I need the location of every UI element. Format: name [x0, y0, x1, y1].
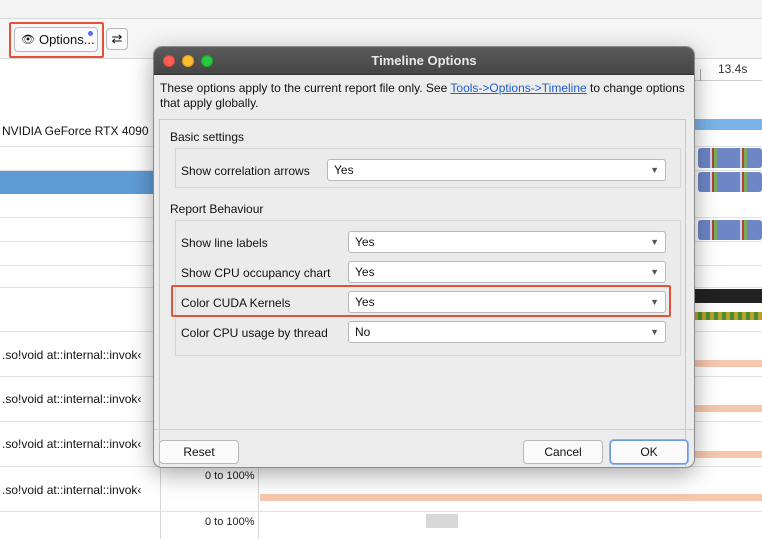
call-range-bar[interactable]	[260, 494, 762, 501]
top-strip	[0, 0, 762, 19]
footer-divider	[154, 429, 694, 430]
global-options-link[interactable]: Tools->Options->Timeline	[450, 81, 586, 95]
show-cpu-occupancy-label: Show CPU occupancy chart	[181, 266, 331, 280]
cuda-kernels-highlight	[171, 285, 671, 317]
kernel-block[interactable]	[698, 148, 762, 168]
thread-activity-bar[interactable]	[694, 312, 762, 320]
show-correlation-arrows-select[interactable]: Yes ▼	[327, 159, 666, 181]
timeline-row[interactable]: .so!void at::internal::invok‹	[0, 467, 762, 512]
call-range-bar[interactable]	[694, 451, 762, 458]
call-range-bar[interactable]	[694, 360, 762, 367]
call-range-bar[interactable]	[694, 405, 762, 412]
invoke-row-label: .so!void at::internal::invok‹	[2, 483, 142, 497]
ruler-time-label: 13.4s	[718, 62, 748, 76]
info-text-start: These options apply to the current repor…	[160, 81, 451, 95]
show-line-labels-select[interactable]: Yes ▼	[348, 231, 666, 253]
gpu-activity-bar[interactable]	[694, 119, 762, 130]
occupancy-range-label: 0 to 100%	[205, 516, 255, 528]
select-value: No	[355, 325, 371, 339]
options-button-highlight	[9, 22, 104, 58]
invoke-row-label: .so!void at::internal::invok‹	[2, 437, 142, 451]
color-cpu-usage-select[interactable]: No ▼	[348, 321, 666, 343]
show-line-labels-label: Show line labels	[181, 236, 268, 250]
chevron-down-icon: ▼	[650, 237, 659, 247]
dialog-info-text: These options apply to the current repor…	[160, 81, 690, 111]
ok-button[interactable]: OK	[610, 440, 688, 464]
report-behaviour-heading: Report Behaviour	[170, 202, 264, 216]
select-value: Yes	[334, 163, 354, 177]
dialog-title: Timeline Options	[371, 53, 477, 68]
timeline-options-dialog: Timeline Options These options apply to …	[153, 46, 695, 468]
chevron-down-icon: ▼	[650, 165, 659, 175]
invoke-row-label: .so!void at::internal::invok‹	[2, 392, 142, 406]
chevron-down-icon: ▼	[650, 327, 659, 337]
select-value: Yes	[355, 265, 375, 279]
selected-row[interactable]	[0, 171, 160, 194]
cancel-button[interactable]: Cancel	[523, 440, 603, 464]
cpu-usage-bar[interactable]	[694, 289, 762, 303]
gpu-row-label: NVIDIA GeForce RTX 4090	[2, 124, 149, 138]
kernel-block[interactable]	[698, 220, 762, 240]
invoke-row-label: .so!void at::internal::invok‹	[2, 348, 142, 362]
reset-button[interactable]: Reset	[159, 440, 239, 464]
kernel-block[interactable]	[698, 172, 762, 192]
color-cpu-usage-label: Color CPU usage by thread	[181, 326, 328, 340]
swap-button[interactable]: ⇄	[106, 28, 128, 50]
dialog-titlebar[interactable]: Timeline Options	[154, 47, 694, 75]
occupancy-range-label: 0 to 100%	[205, 470, 255, 482]
show-correlation-arrows-label: Show correlation arrows	[181, 164, 310, 178]
timeline-marker	[426, 514, 458, 528]
ruler-tick	[700, 69, 701, 81]
show-cpu-occupancy-select[interactable]: Yes ▼	[348, 261, 666, 283]
basic-settings-heading: Basic settings	[170, 130, 245, 144]
chevron-down-icon: ▼	[650, 267, 659, 277]
select-value: Yes	[355, 235, 375, 249]
